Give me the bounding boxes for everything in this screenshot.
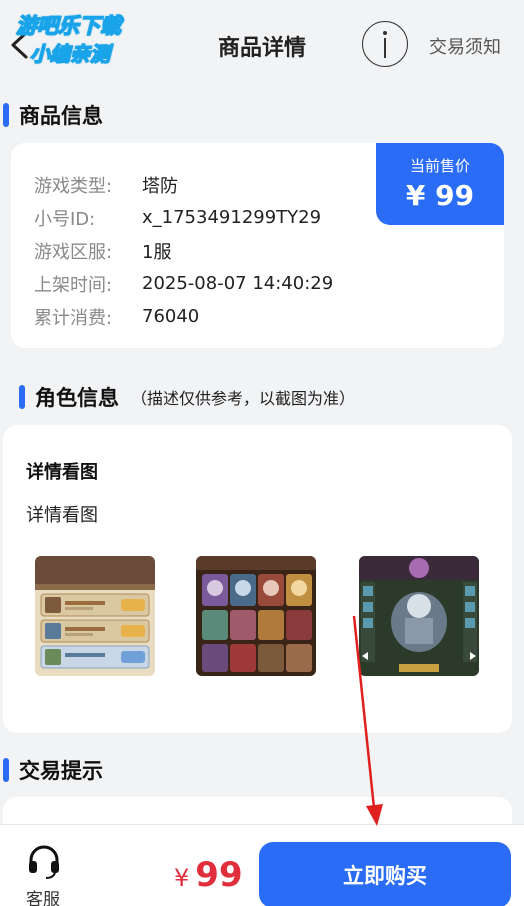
attr-label: 小号ID:	[34, 208, 96, 230]
watermark-line-1: 游吧乐下载	[15, 13, 121, 38]
attr-value: 76040	[142, 306, 200, 327]
headset-icon[interactable]	[26, 843, 62, 879]
attr-value: x_1753491299TY29	[142, 207, 322, 228]
attr-label: 游戏区服:	[34, 241, 113, 263]
section-marker	[3, 103, 9, 127]
bottom-price: ¥ 99	[174, 855, 243, 895]
attr-label: 游戏类型:	[34, 175, 113, 197]
current-price-value: ¥ 99	[405, 179, 475, 212]
screenshot-thumbnail-2[interactable]	[196, 556, 316, 676]
currency-symbol: ¥	[174, 864, 190, 892]
attr-row: 累计消费: 76040	[34, 300, 333, 333]
trade-tips-title: 交易提示	[19, 759, 103, 783]
product-attributes: 游戏类型: 塔防 小号ID: x_1753491299TY29 游戏区服: 1服…	[34, 168, 333, 333]
current-price-label: 当前售价	[409, 157, 470, 175]
section-marker	[3, 758, 9, 782]
product-info-heading: 商品信息	[0, 100, 103, 130]
attr-value: 2025-08-07 14:40:29	[142, 273, 334, 294]
attr-row: 游戏类型: 塔防	[34, 168, 333, 201]
bottom-price-value: 99	[195, 855, 243, 895]
role-info-title: 角色信息	[35, 386, 119, 410]
trade-notice-link[interactable]: 交易须知	[429, 33, 501, 59]
top-bar: 游吧乐下载 小编亲测 商品详情 交易须知	[0, 0, 524, 86]
product-info-card: 游戏类型: 塔防 小号ID: x_1753491299TY29 游戏区服: 1服…	[11, 143, 504, 348]
attr-label: 累计消费:	[34, 307, 113, 329]
role-info-card: 详情看图 详情看图	[3, 425, 512, 733]
watermark-logo: 游吧乐下载 小编亲测	[15, 10, 146, 66]
role-info-heading: 角色信息 （描述仅供参考，以截图为准）	[0, 382, 355, 412]
attr-row: 游戏区服: 1服	[34, 234, 333, 267]
product-info-title: 商品信息	[19, 104, 103, 128]
attr-row: 上架时间: 2025-08-07 14:40:29	[34, 267, 333, 300]
screenshot-thumbnail-1[interactable]	[35, 556, 155, 676]
customer-service-label[interactable]: 客服	[26, 885, 60, 906]
bottom-action-bar: 客服 ¥ 99 立即购买	[0, 824, 524, 906]
current-price-badge: 当前售价 ¥ 99	[376, 143, 504, 225]
detail-heading: 详情看图	[26, 462, 98, 483]
attr-row: 小号ID: x_1753491299TY29	[34, 201, 333, 234]
watermark-line-2: 小编亲测	[29, 41, 110, 66]
role-info-note: （描述仅供参考，以截图为准）	[131, 389, 356, 408]
attr-label: 上架时间:	[34, 274, 113, 296]
attr-value: 1服	[142, 241, 172, 263]
attr-value: 塔防	[142, 175, 178, 197]
section-marker	[19, 385, 25, 409]
screenshot-thumbnail-3[interactable]	[359, 556, 479, 676]
detail-text: 详情看图	[26, 505, 98, 526]
info-icon[interactable]	[362, 21, 408, 67]
trade-tips-heading: 交易提示	[0, 755, 103, 785]
buy-now-button[interactable]: 立即购买	[259, 842, 511, 906]
